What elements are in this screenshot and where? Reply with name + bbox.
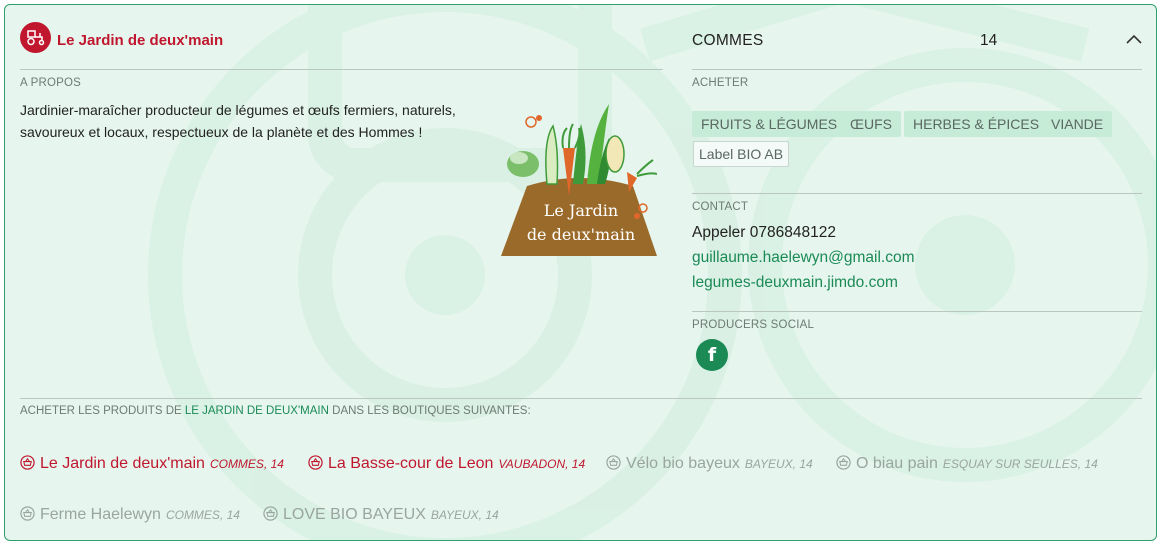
- shop-item[interactable]: LOVE BIO BAYEUX BAYEUX, 14: [263, 504, 499, 524]
- social-label: PRODUCERS SOCIAL: [692, 319, 815, 331]
- divider: [692, 69, 1142, 70]
- shops-label-after: DANS LES BOUTIQUES SUIVANTES:: [332, 405, 531, 417]
- basket-icon: [20, 506, 35, 521]
- shops-label-before: ACHETER LES PRODUITS DE: [20, 405, 182, 417]
- basket-icon: [308, 455, 323, 470]
- shop-location: COMMES, 14: [165, 508, 240, 522]
- shop-item[interactable]: O biau pain ESQUAY SUR SEULLES, 14: [836, 453, 1098, 473]
- shops-label-producer[interactable]: LE JARDIN DE DEUX'MAIN: [185, 405, 329, 417]
- buy-label: ACHETER: [692, 77, 749, 89]
- producer-logo: Le Jardin de deux'main: [501, 104, 657, 256]
- shop-item[interactable]: Le Jardin de deux'main COMMES, 14: [20, 453, 284, 473]
- shop-location: ESQUAY SUR SEULLES, 14: [942, 457, 1098, 471]
- about-label: A PROPOS: [20, 77, 82, 89]
- tractor-icon: [20, 22, 51, 53]
- basket-icon: [606, 455, 621, 470]
- producer-card: Le Jardin de deux'main A PROPOS Jardinie…: [4, 4, 1157, 541]
- basket-icon: [836, 455, 851, 470]
- location-city: COMMES: [692, 32, 764, 49]
- about-text: Jardinier-maraîcher producteur de légume…: [20, 102, 456, 140]
- email-link[interactable]: guillaume.haelewyn@gmail.com: [692, 249, 915, 267]
- divider: [692, 311, 1142, 312]
- basket-icon: [263, 506, 278, 521]
- facebook-icon[interactable]: f: [696, 339, 728, 371]
- shop-item[interactable]: Vélo bio bayeux BAYEUX, 14: [606, 453, 813, 473]
- shop-location: BAYEUX, 14: [430, 508, 499, 522]
- shop-location: VAUBADON, 14: [498, 457, 586, 471]
- shop-name: O biau pain: [856, 455, 938, 472]
- shop-name: Ferme Haelewyn: [40, 506, 161, 523]
- category-tag[interactable]: HERBES & ÉPICES: [904, 111, 1049, 137]
- basket-icon: [20, 455, 35, 470]
- logo-line-2: de deux'main: [527, 225, 635, 244]
- contact-label: CONTACT: [692, 201, 749, 213]
- chevron-up-icon[interactable]: [1125, 32, 1143, 46]
- shop-name: LOVE BIO BAYEUX: [283, 506, 426, 523]
- phone-link[interactable]: Appeler 0786848122: [692, 224, 836, 242]
- category-tag[interactable]: VIANDE: [1042, 111, 1113, 137]
- website-link[interactable]: legumes-deuxmain.jimdo.com: [692, 274, 898, 292]
- shop-item[interactable]: La Basse-cour de Leon VAUBADON, 14: [308, 453, 585, 473]
- shop-name: La Basse-cour de Leon: [328, 455, 494, 472]
- shop-name: Le Jardin de deux'main: [40, 455, 205, 472]
- divider: [20, 398, 1142, 399]
- divider: [692, 193, 1142, 194]
- shop-location: COMMES, 14: [209, 457, 284, 471]
- divider: [20, 69, 663, 70]
- shop-item[interactable]: Ferme Haelewyn COMMES, 14: [20, 504, 240, 524]
- category-tag[interactable]: FRUITS & LÉGUMES: [692, 111, 847, 137]
- label-tag[interactable]: Label BIO AB: [693, 141, 790, 167]
- producer-name[interactable]: Le Jardin de deux'main: [57, 32, 223, 49]
- logo-line-1: Le Jardin: [544, 201, 618, 220]
- category-tag[interactable]: ŒUFS: [841, 111, 901, 137]
- location-department: 14: [980, 32, 998, 49]
- shops-label: ACHETER LES PRODUITS DE LE JARDIN DE DEU…: [20, 405, 531, 417]
- shop-location: BAYEUX, 14: [744, 457, 813, 471]
- shop-name: Vélo bio bayeux: [626, 455, 740, 472]
